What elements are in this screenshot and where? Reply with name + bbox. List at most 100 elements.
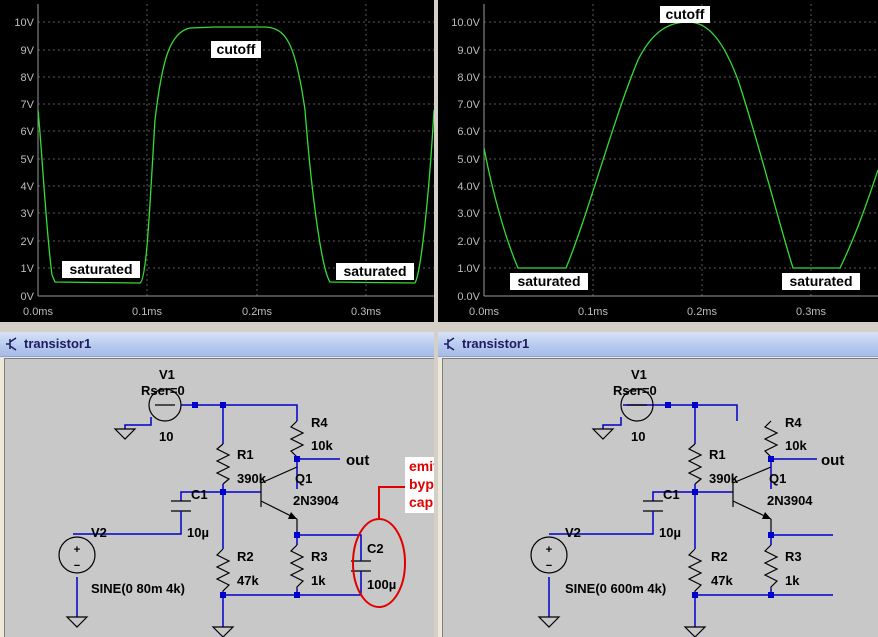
- horizontal-divider[interactable]: [0, 322, 878, 332]
- r4-value: 10k: [785, 438, 807, 453]
- vertical-divider[interactable]: [434, 0, 438, 637]
- title-bar[interactable]: transistor1: [0, 332, 434, 357]
- y-tick: 6.0V: [457, 126, 480, 138]
- v1-rser: Rser=0: [141, 383, 185, 398]
- y-tick: 8V: [21, 72, 35, 84]
- out-label: out: [821, 452, 844, 469]
- y-tick: 5V: [21, 154, 35, 166]
- y-tick: 2.0V: [457, 236, 480, 248]
- x-tick: 0.2ms: [242, 306, 272, 318]
- saturated-label-right: saturated: [789, 273, 852, 289]
- y-tick: 2V: [21, 236, 35, 248]
- schematic-svg: + − V1 Rser=0 10 R1 390k R4 10k out Q1 2…: [58, 367, 434, 637]
- v2-source: SINE(0 80m 4k): [91, 581, 185, 596]
- y-tick: 4V: [21, 181, 35, 193]
- c1-name: C1: [191, 487, 208, 502]
- v2-name: V2: [565, 525, 581, 540]
- v1-rser: Rser=0: [613, 383, 657, 398]
- y-tick: 1V: [21, 263, 35, 275]
- cutoff-label: cutoff: [666, 6, 705, 22]
- r3-value: 1k: [311, 573, 326, 588]
- out-label: out: [346, 452, 369, 469]
- q1-name: Q1: [295, 471, 312, 486]
- y-tick: 4.0V: [457, 181, 480, 193]
- r4-value: 10k: [311, 438, 333, 453]
- y-tick: 10V: [14, 17, 34, 29]
- r1-value: 390k: [237, 471, 267, 486]
- cutoff-label: cutoff: [217, 41, 256, 57]
- y-tick: 7V: [21, 99, 35, 111]
- c1-name: C1: [663, 487, 680, 502]
- r3-name: R3: [311, 549, 328, 564]
- v1-value: 10: [631, 429, 645, 444]
- r1-name: R1: [237, 447, 254, 462]
- y-tick: 5.0V: [457, 154, 480, 166]
- x-tick: 0.3ms: [796, 306, 826, 318]
- q1-name: Q1: [769, 471, 786, 486]
- y-tick: 0.0V: [457, 291, 480, 303]
- r4-name: R4: [311, 415, 328, 430]
- y-tick: 9V: [21, 45, 35, 57]
- trace-line: [483, 21, 878, 269]
- c1-value: 10µ: [187, 525, 209, 540]
- transistor-icon: [444, 337, 455, 351]
- trace-line: [37, 26, 434, 284]
- schematic-canvas[interactable]: + − V1 Rser=0 10 R1 390k R4 10k out Q1 2…: [442, 358, 878, 637]
- c1-value: 10µ: [659, 525, 681, 540]
- y-tick: 3.0V: [457, 208, 480, 220]
- saturated-label-left: saturated: [69, 261, 132, 277]
- y-tick: 7.0V: [457, 99, 480, 111]
- annotation-line-2: bypass: [409, 476, 434, 492]
- plus-sign: +: [74, 544, 80, 556]
- schematic-canvas[interactable]: + − V1 Rser=0 10 R1 390k R4 10k out Q1 2…: [4, 358, 434, 637]
- left-plot-svg: 10V 9V 8V 7V 6V 5V 4V 3V 2V 1V 0V 0.0ms …: [14, 4, 434, 318]
- x-tick: 0.0ms: [469, 306, 499, 318]
- annotation-leader-line: [378, 486, 407, 519]
- y-tick: 6V: [21, 126, 35, 138]
- r2-name: R2: [237, 549, 254, 564]
- right-plot-svg: 10.0V 9.0V 8.0V 7.0V 6.0V 5.0V 4.0V 3.0V…: [451, 4, 878, 318]
- y-tick: 8.0V: [457, 72, 480, 84]
- annotation-line-3: cap: [409, 494, 433, 510]
- minus-sign: −: [74, 560, 80, 572]
- r2-value: 47k: [711, 573, 733, 588]
- x-tick: 0.0ms: [23, 306, 53, 318]
- x-tick: 0.2ms: [687, 306, 717, 318]
- r2-value: 47k: [237, 573, 259, 588]
- left-waveform-plot[interactable]: 10V 9V 8V 7V 6V 5V 4V 3V 2V 1V 0V 0.0ms …: [0, 0, 434, 322]
- c2-value: 100µ: [367, 577, 396, 592]
- x-tick: 0.1ms: [578, 306, 608, 318]
- x-tick: 0.3ms: [351, 306, 381, 318]
- minus-sign: −: [546, 560, 552, 572]
- v1-value: 10: [159, 429, 173, 444]
- y-tick: 10.0V: [451, 17, 480, 29]
- v2-source: SINE(0 600m 4k): [565, 581, 666, 596]
- q1-model: 2N3904: [293, 493, 339, 508]
- v1-name: V1: [631, 367, 647, 382]
- v2-name: V2: [91, 525, 107, 540]
- r1-name: R1: [709, 447, 726, 462]
- y-tick: 1.0V: [457, 263, 480, 275]
- y-tick: 9.0V: [457, 45, 480, 57]
- y-tick: 3V: [21, 208, 35, 220]
- saturated-label-right: saturated: [343, 263, 406, 279]
- annotation-line-1: emitter: [409, 458, 434, 474]
- schematic-svg: + − V1 Rser=0 10 R1 390k R4 10k out Q1 2…: [530, 367, 844, 637]
- window-title: transistor1: [24, 336, 92, 351]
- title-bar[interactable]: transistor1: [438, 332, 878, 357]
- saturated-label-left: saturated: [517, 273, 580, 289]
- transistor-icon: [6, 337, 17, 351]
- right-schematic-window[interactable]: transistor1 + − V1 Rser=0 10 R1 390k R4 …: [438, 332, 878, 637]
- r3-name: R3: [785, 549, 802, 564]
- left-schematic-window[interactable]: transistor1 + − V1 Rser=0 10 R1 390k R4 …: [0, 332, 434, 637]
- right-waveform-plot[interactable]: 10.0V 9.0V 8.0V 7.0V 6.0V 5.0V 4.0V 3.0V…: [438, 0, 878, 322]
- window-title: transistor1: [462, 336, 530, 351]
- x-tick: 0.1ms: [132, 306, 162, 318]
- r4-name: R4: [785, 415, 802, 430]
- v1-name: V1: [159, 367, 175, 382]
- r1-value: 390k: [709, 471, 739, 486]
- bypass-highlight-ellipse: [352, 518, 406, 608]
- c2-name: C2: [367, 541, 384, 556]
- q1-model: 2N3904: [767, 493, 813, 508]
- r2-name: R2: [711, 549, 728, 564]
